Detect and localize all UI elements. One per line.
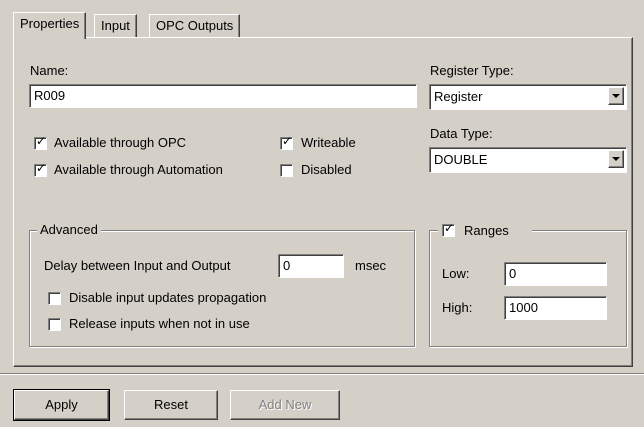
tab-opc-outputs[interactable]: OPC Outputs (149, 14, 241, 38)
name-label: Name: (30, 63, 68, 79)
available-automation-label[interactable]: Available through Automation (54, 162, 223, 178)
delay-label: Delay between Input and Output (44, 258, 231, 273)
available-opc-label[interactable]: Available through OPC (54, 135, 186, 151)
disabled-checkbox[interactable] (280, 164, 293, 177)
ranges-group (429, 230, 627, 347)
ranges-legend[interactable]: ✓ Ranges (438, 222, 532, 240)
name-field[interactable]: R009 (29, 84, 417, 108)
tab-properties[interactable]: Properties (13, 12, 87, 39)
low-field[interactable]: 0 (504, 262, 607, 286)
disabled-label[interactable]: Disabled (301, 162, 352, 178)
ranges-label[interactable]: Ranges (464, 223, 509, 239)
available-opc-checkbox[interactable]: ✓ (34, 134, 47, 150)
low-label: Low: (442, 266, 470, 281)
delay-field[interactable]: 0 (278, 254, 344, 278)
reset-button[interactable]: Reset (124, 390, 218, 420)
delay-unit: msec (355, 258, 387, 273)
tab-label: Input (101, 18, 130, 33)
register-type-value: Register (434, 89, 483, 104)
writeable-checkbox[interactable]: ✓ (280, 134, 293, 150)
add-new-button[interactable]: Add New (230, 390, 340, 420)
bottom-separator (0, 373, 644, 375)
chevron-down-icon[interactable] (608, 87, 624, 105)
release-inputs-label[interactable]: Release inputs when not in use (69, 316, 250, 332)
high-label: High: (442, 300, 473, 315)
data-type-label: Data Type: (430, 126, 493, 141)
available-automation-checkbox[interactable]: ✓ (34, 161, 47, 177)
advanced-legend: Advanced (37, 222, 101, 238)
ranges-checkbox[interactable]: ✓ (442, 221, 455, 237)
disable-propagation-checkbox[interactable] (48, 292, 61, 305)
release-inputs-checkbox[interactable] (48, 318, 61, 331)
tab-label: Properties (20, 16, 80, 31)
apply-button[interactable]: Apply (13, 389, 110, 421)
name-label-text: Name: (30, 63, 69, 78)
data-type-value: DOUBLE (434, 152, 488, 167)
check-icon: ✓ (282, 134, 293, 148)
writeable-label[interactable]: Writeable (301, 135, 356, 151)
register-type-label: Register Type: (430, 63, 514, 78)
check-icon: ✓ (36, 134, 47, 148)
chevron-down-icon[interactable] (608, 150, 624, 168)
disable-propagation-label[interactable]: Disable input updates propagation (69, 290, 266, 306)
tab-label: OPC Outputs (156, 18, 234, 33)
name-value: R009 (34, 88, 66, 103)
high-field[interactable]: 1000 (504, 296, 607, 320)
check-icon: ✓ (444, 221, 455, 235)
tab-input[interactable]: Input (94, 14, 137, 38)
register-type-select[interactable]: Register (429, 84, 627, 110)
data-type-select[interactable]: DOUBLE (429, 147, 627, 173)
check-icon: ✓ (36, 161, 47, 175)
